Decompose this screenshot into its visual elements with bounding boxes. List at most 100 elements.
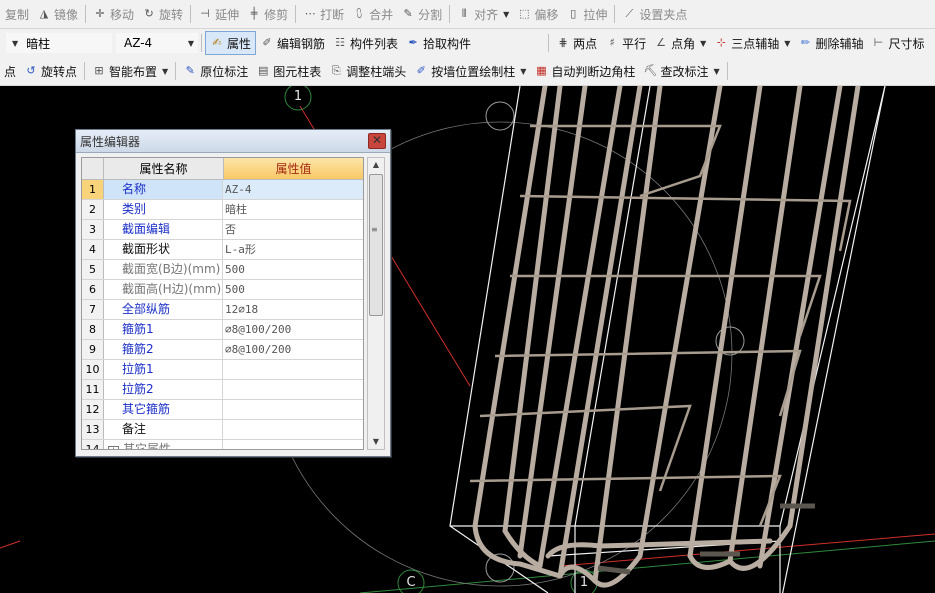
edit-rebar-icon: ✐ xyxy=(262,36,272,49)
parallel-button[interactable]: ♯ 平行 xyxy=(601,32,650,54)
property-row[interactable]: 7 全部纵筋 12⌀18 xyxy=(82,300,363,320)
delete-axis-icon: ✏ xyxy=(800,36,811,49)
property-button[interactable]: ✍ 属性 xyxy=(205,31,257,55)
separator xyxy=(726,62,728,80)
property-row[interactable]: 1 名称 AZ-4 xyxy=(82,180,363,200)
stretch-button[interactable]: ▯ 拉伸 xyxy=(562,3,611,25)
parallel-icon: ♯ xyxy=(609,36,615,49)
break-button[interactable]: ⋯ 打断 xyxy=(299,3,348,25)
property-row[interactable]: 9 箍筋2 ⌀8@100/200 xyxy=(82,340,363,360)
property-row[interactable]: 8 箍筋1 ⌀8@100/200 xyxy=(82,320,363,340)
property-row[interactable]: 12 其它箍筋 xyxy=(82,400,363,420)
row-number: 5 xyxy=(82,260,104,279)
component-list-button[interactable]: ☷ 构件列表 xyxy=(329,32,402,54)
property-row[interactable]: 13 备注 xyxy=(82,420,363,440)
property-row[interactable]: 6 截面高(H边)(mm) 500 xyxy=(82,280,363,300)
property-value[interactable] xyxy=(223,360,363,379)
header-property-name: 属性名称 xyxy=(104,158,224,180)
point-angle-icon: ∠ xyxy=(656,36,667,49)
property-name-text: 截面形状 xyxy=(122,242,171,256)
row-number: 10 xyxy=(82,360,104,379)
move-button[interactable]: ✛ 移动 xyxy=(89,3,138,25)
column-table-button[interactable]: ▤ 图元柱表 xyxy=(252,60,325,82)
property-row[interactable]: 10 拉筋1 xyxy=(82,360,363,380)
property-name: 拉筋1 xyxy=(104,360,223,379)
separator xyxy=(84,62,86,80)
dimension-button[interactable]: ⊢ 尺寸标 xyxy=(867,32,928,54)
adjust-column-end-button[interactable]: ⎘ 调整柱端头 xyxy=(325,60,410,82)
point-button[interactable]: 点 xyxy=(0,60,20,82)
rotate-point-button[interactable]: ↺ 旋转点 xyxy=(20,60,81,82)
delete-axis-button[interactable]: ✏ 删除辅轴 xyxy=(794,32,867,54)
grip-point-button[interactable]: ⟋ 设置夹点 xyxy=(618,3,691,25)
close-icon: ✕ xyxy=(371,133,383,147)
scroll-up-icon[interactable]: ▲ xyxy=(368,158,384,172)
property-value[interactable]: ⌀8@100/200 xyxy=(223,340,363,359)
property-row[interactable]: 11 拉筋2 xyxy=(82,380,363,400)
row-number: 1 xyxy=(82,180,104,199)
chevron-down-icon: ▼ xyxy=(784,38,791,48)
property-name: 截面编辑 xyxy=(104,220,223,239)
property-value[interactable]: L-a形 xyxy=(223,240,363,259)
property-value[interactable]: ⌀8@100/200 xyxy=(223,320,363,339)
smart-layout-button[interactable]: ⊞ 智能布置 ▼ xyxy=(88,60,172,82)
axis-line xyxy=(359,540,935,593)
mirror-button[interactable]: ◮ 镜像 xyxy=(33,3,82,25)
split-icon: ✎ xyxy=(403,7,413,20)
copy-button[interactable]: ⧉复制 xyxy=(0,3,33,25)
point-angle-button[interactable]: ∠ 点角 ▼ xyxy=(650,32,710,54)
auto-corner-column-button[interactable]: ▦ 自动判断边角柱 xyxy=(530,60,639,82)
name-combo[interactable]: AZ-4 ▼ xyxy=(116,33,198,53)
check-annotation-button[interactable]: ⛏ 查改标注 ▼ xyxy=(639,60,723,82)
property-name: 截面形状 xyxy=(104,240,223,259)
two-point-button[interactable]: ⋕ 两点 xyxy=(552,32,601,54)
vertical-scrollbar[interactable]: ▲ ≡ ▼ xyxy=(367,157,385,450)
split-button[interactable]: ✎ 分割 xyxy=(397,3,446,25)
grip-circle xyxy=(485,101,515,131)
close-button[interactable]: ✕ xyxy=(368,133,386,149)
pick-component-button[interactable]: ✒ 拾取构件 xyxy=(402,32,475,54)
in-place-annotation-button[interactable]: ✎ 原位标注 xyxy=(179,60,252,82)
trim-button[interactable]: ╪ 修剪 xyxy=(243,3,292,25)
three-point-axis-button[interactable]: ⊹ 三点辅轴 ▼ xyxy=(710,32,794,54)
extend-button[interactable]: ⊣ 延伸 xyxy=(194,3,243,25)
align-button[interactable]: ⫴ 对齐 ▼ xyxy=(453,3,513,25)
grid-header: 属性名称 属性值 xyxy=(82,158,363,180)
property-name: 其它箍筋 xyxy=(104,400,223,419)
property-row[interactable]: 4 截面形状 L-a形 xyxy=(82,240,363,260)
axis-label-top: 1 xyxy=(293,89,303,104)
pick-component-icon: ✒ xyxy=(408,36,418,49)
property-name: 箍筋2 xyxy=(104,340,223,359)
draw-by-wall-button[interactable]: ✐ 按墙位置绘制柱 ▼ xyxy=(410,60,530,82)
property-row[interactable]: 3 截面编辑 否 xyxy=(82,220,363,240)
merge-button[interactable]: ⩇ 合并 xyxy=(348,3,397,25)
property-value[interactable]: 500 xyxy=(223,260,363,279)
trim-icon: ╪ xyxy=(250,7,258,20)
edit-rebar-button[interactable]: ✐ 编辑钢筋 xyxy=(256,32,329,54)
grip-point-icon: ⟋ xyxy=(625,7,634,20)
type-combo[interactable]: ▼ 暗柱 xyxy=(6,33,112,53)
property-value[interactable] xyxy=(223,380,363,399)
property-value[interactable] xyxy=(223,420,363,439)
expand-icon[interactable]: + xyxy=(108,446,119,449)
property-value[interactable] xyxy=(223,400,363,419)
property-value[interactable]: 12⌀18 xyxy=(223,300,363,319)
dialog-titlebar[interactable]: 属性编辑器 ✕ xyxy=(76,130,390,153)
property-value[interactable]: 500 xyxy=(223,280,363,299)
property-value[interactable] xyxy=(223,440,363,449)
copy-icon: ⧉ xyxy=(0,7,2,21)
rotate-button[interactable]: ↻ 旋转 xyxy=(138,3,187,25)
property-row[interactable]: 14 + 其它属性 xyxy=(82,440,363,450)
move-icon: ✛ xyxy=(95,7,105,20)
property-value[interactable]: 暗柱 xyxy=(223,200,363,219)
scroll-thumb[interactable] xyxy=(369,174,383,316)
property-row[interactable]: 5 截面宽(B边)(mm) 500 xyxy=(82,260,363,280)
property-row[interactable]: 2 类别 暗柱 xyxy=(82,200,363,220)
check-annotation-icon: ⛏ xyxy=(643,64,658,77)
property-name-text: 其它属性 xyxy=(123,442,172,450)
property-value[interactable]: 否 xyxy=(223,220,363,239)
property-value[interactable]: AZ-4 xyxy=(223,180,363,199)
rotate-point-icon: ↺ xyxy=(26,64,36,77)
offset-button[interactable]: ⬚ 偏移 xyxy=(513,3,562,25)
scroll-down-icon[interactable]: ▼ xyxy=(368,435,384,449)
